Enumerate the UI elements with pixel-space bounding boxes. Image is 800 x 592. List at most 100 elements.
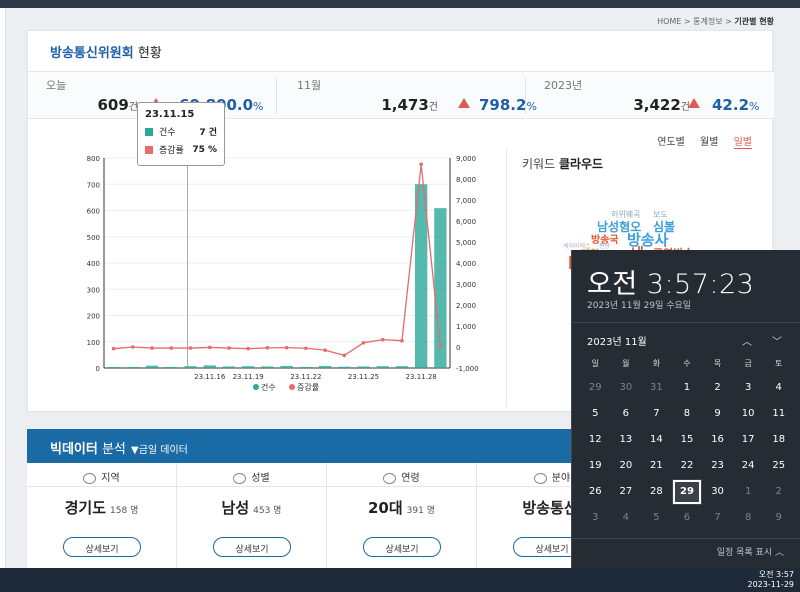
calendar-day[interactable]: 30 bbox=[702, 479, 733, 505]
taskbar: 오전 3:57 2023-11-29 bbox=[0, 568, 800, 592]
calendar-day[interactable]: 8 bbox=[672, 401, 703, 427]
person-icon bbox=[233, 472, 247, 484]
line-point bbox=[342, 353, 347, 358]
weekday-label: 수 bbox=[683, 359, 691, 368]
calendar-day[interactable]: 5 bbox=[641, 505, 672, 531]
calendar-day[interactable]: 1 bbox=[672, 375, 703, 401]
calendar-day[interactable]: 9 bbox=[702, 401, 733, 427]
calendar-day[interactable]: 16 bbox=[702, 427, 733, 453]
y-tick-right: 6,000 bbox=[456, 218, 476, 226]
calendar-day[interactable]: 21 bbox=[641, 453, 672, 479]
calendar-day[interactable]: 8 bbox=[733, 505, 764, 531]
bar bbox=[222, 366, 236, 368]
show-agenda-button[interactable]: 일정 목록 표시 ︿ bbox=[717, 545, 784, 558]
calendar-day[interactable]: 7 bbox=[702, 505, 733, 531]
calendar-day-today[interactable]: 29 bbox=[671, 479, 703, 505]
line-point bbox=[400, 338, 404, 343]
bar bbox=[280, 365, 293, 368]
calendar-day[interactable]: 18 bbox=[763, 427, 794, 453]
bar bbox=[261, 366, 274, 368]
line-point bbox=[169, 346, 174, 350]
calendar-day[interactable]: 3 bbox=[580, 505, 611, 531]
calendar-day[interactable]: 1 bbox=[733, 479, 764, 505]
legend-swatch bbox=[253, 384, 259, 390]
y-tick-left: 500 bbox=[87, 234, 100, 242]
y-tick-right: 9,000 bbox=[456, 155, 476, 163]
calendar-day[interactable]: 30 bbox=[611, 375, 642, 401]
chat-icon bbox=[533, 472, 547, 484]
calendar-day[interactable]: 11 bbox=[763, 401, 794, 427]
y-tick-right: 2,000 bbox=[456, 302, 476, 310]
line-point bbox=[265, 346, 270, 350]
calendar-day[interactable]: 4 bbox=[611, 505, 642, 531]
chevron-down-icon[interactable]: ﹀ bbox=[772, 333, 782, 348]
calendar-day[interactable]: 28 bbox=[641, 479, 672, 505]
y-tick-right: 4,000 bbox=[456, 260, 476, 268]
breadcrumb: HOME > 통계정보 > 기관별 현황 bbox=[657, 17, 774, 26]
clock-date[interactable]: 2023년 11월 29일 수요일 bbox=[587, 298, 691, 311]
line-point bbox=[323, 348, 327, 352]
calendar-day[interactable]: 15 bbox=[672, 427, 703, 453]
bar bbox=[318, 365, 332, 368]
bar bbox=[242, 366, 255, 368]
detail-button[interactable]: 상세보기 bbox=[213, 537, 291, 557]
calendar-day[interactable]: 2 bbox=[702, 375, 733, 401]
calendar-day[interactable]: 26 bbox=[580, 479, 611, 505]
line-point bbox=[304, 346, 308, 351]
bar bbox=[203, 365, 216, 368]
detail-button[interactable]: 상세보기 bbox=[363, 537, 441, 557]
detail-button[interactable]: 상세보기 bbox=[63, 537, 141, 557]
calendar-day[interactable]: 27 bbox=[611, 479, 642, 505]
calendar-day[interactable]: 13 bbox=[611, 427, 642, 453]
calendar-day[interactable]: 23 bbox=[702, 453, 733, 479]
calendar-day[interactable]: 24 bbox=[733, 453, 764, 479]
left-strip bbox=[0, 8, 6, 568]
breadcrumb-home[interactable]: HOME bbox=[657, 17, 681, 26]
y-tick-left: 600 bbox=[87, 208, 100, 216]
y-tick-left: 400 bbox=[87, 260, 100, 268]
calendar-day[interactable]: 20 bbox=[611, 453, 642, 479]
calendar-day[interactable]: 5 bbox=[580, 401, 611, 427]
line-series bbox=[113, 164, 442, 357]
calendar-day[interactable]: 17 bbox=[733, 427, 764, 453]
calendar-day[interactable]: 7 bbox=[641, 401, 672, 427]
calendar-day[interactable]: 19 bbox=[580, 453, 611, 479]
chevron-up-icon[interactable]: ︿ bbox=[742, 333, 752, 348]
calendar-day[interactable]: 4 bbox=[763, 375, 794, 401]
calendar-day[interactable]: 14 bbox=[641, 427, 672, 453]
calendar-day[interactable]: 10 bbox=[733, 401, 764, 427]
legend-label: 증감률 bbox=[297, 382, 319, 392]
line-point bbox=[284, 345, 289, 350]
taskbar-clock[interactable]: 오전 3:57 2023-11-29 bbox=[748, 570, 795, 590]
calendar-day[interactable]: 6 bbox=[672, 505, 703, 531]
calendar-day[interactable]: 3 bbox=[733, 375, 764, 401]
tab-monthly[interactable]: 월별 bbox=[700, 137, 718, 148]
speech-icon bbox=[83, 472, 97, 484]
daily-chart: 0 100 200 300 400 500 600 700 800 -1,000 0 1,000 2,0… bbox=[87, 155, 479, 392]
calendar-month[interactable]: 2023년 11월 bbox=[587, 333, 647, 348]
calendar-day[interactable]: 25 bbox=[763, 453, 794, 479]
calendar-day[interactable]: 9 bbox=[763, 505, 794, 531]
bigdata-filter[interactable]: ▼금일 데이터 bbox=[131, 441, 188, 456]
bar bbox=[145, 365, 159, 368]
calendar-day[interactable]: 2 bbox=[763, 479, 794, 505]
calendar-day[interactable]: 12 bbox=[580, 427, 611, 453]
bar bbox=[415, 184, 428, 368]
y-tick-right: 5,000 bbox=[456, 239, 476, 247]
cloud-word[interactable]: 편향 bbox=[599, 241, 610, 250]
breadcrumb-mid[interactable]: 통계정보 bbox=[693, 17, 722, 26]
x-tick: 23.11.22 bbox=[290, 373, 321, 381]
weekday-label: 목 bbox=[713, 359, 722, 368]
stat-year: 2023년 3,422건 42.2% bbox=[544, 79, 760, 114]
calendar-day[interactable]: 6 bbox=[611, 401, 642, 427]
bigdata-title: 빅데이터 분석 bbox=[50, 442, 126, 457]
calendar-day[interactable]: 29 bbox=[580, 375, 611, 401]
line-point bbox=[111, 346, 116, 351]
calendar-day[interactable]: 22 bbox=[672, 453, 703, 479]
calendar-day[interactable]: 31 bbox=[641, 375, 672, 401]
cloud-word[interactable]: 케이비에스 bbox=[563, 241, 591, 250]
tab-yearly[interactable]: 연도별 bbox=[657, 137, 685, 148]
calendar-flyout: 오전 3:57:23 2023년 11월 29일 수요일 2023년 11월 ︿… bbox=[571, 250, 800, 568]
y-tick-right: 7,000 bbox=[456, 197, 476, 205]
tab-daily[interactable]: 일별 bbox=[733, 137, 752, 149]
